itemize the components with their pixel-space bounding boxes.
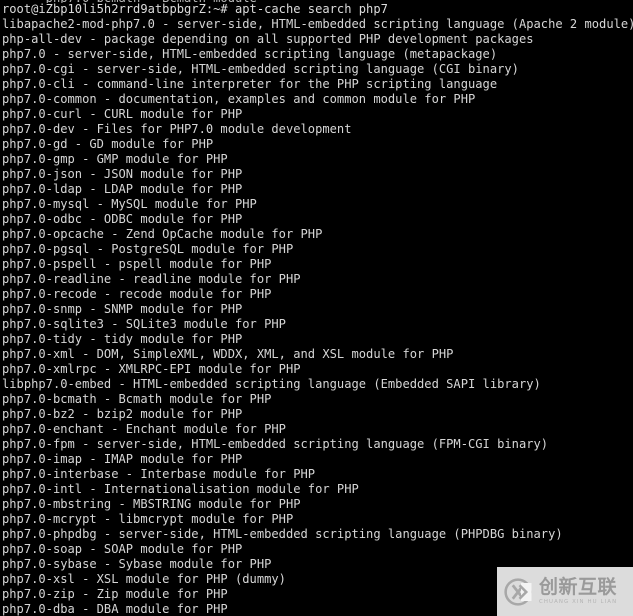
terminal-output-lines: libapache2-mod-php7.0 - server-side, HTM… [0,17,633,616]
terminal-output-line: libapache2-mod-php7.0 - server-side, HTM… [2,17,633,31]
watermark-chinese-text: 创新互联 [539,575,618,598]
terminal-output-line: php-all-dev - package depending on all s… [2,32,534,46]
terminal-output-line: php7.0-snmp - SNMP module for PHP [2,302,243,316]
terminal-output-line: php7.0-opcache - Zend OpCache module for… [2,227,323,241]
terminal-output-line: php7.0-interbase - Interbase module for … [2,467,316,481]
terminal-output-line: php7.0-mcrypt - libmcrypt module for PHP [2,512,294,526]
terminal-output-line: php7.0-cgi - server-side, HTML-embedded … [2,62,519,76]
terminal-output-line: php7.0-gd - GD module for PHP [2,137,214,151]
terminal-output-line: php7.0-bcmath - Bcmath module for PHP [2,392,272,406]
terminal-output-line: php7.0-mysql - MySQL module for PHP [2,197,257,211]
terminal-output-line: php7.0 - server-side, HTML-embedded scri… [2,47,498,61]
terminal-output-line: php7.0-xmlrpc - XMLRPC-EPI module for PH… [2,362,301,376]
terminal-output-line: php7.0-cli - command-line interpreter fo… [2,77,498,91]
terminal-output-line: php7.0-gmp - GMP module for PHP [2,152,228,166]
terminal-output-line: php7.0-pgsql - PostgreSQL module for PHP [2,242,294,256]
terminal-window[interactable]: php7.0-bcmath - Bcmath module root@iZbp1… [0,0,633,616]
terminal-output-line: php7.0-xml - DOM, SimpleXML, WDDX, XML, … [2,347,454,361]
terminal-output-line: php7.0-curl - CURL module for PHP [2,107,243,121]
terminal-output-line: php7.0-odbc - ODBC module for PHP [2,212,243,226]
watermark-overlay: 创新互联 CHUANG XIN HU LIAN [497,567,633,616]
terminal-output-line: php7.0-fpm - server-side, HTML-embedded … [2,437,549,451]
terminal-output-line: php7.0-sqlite3 - SQLite3 module for PHP [2,317,286,331]
watermark-pinyin-text: CHUANG XIN HU LIAN [539,598,618,605]
terminal-output-line: php7.0-tidy - tidy module for PHP [2,332,243,346]
terminal-output-line: php7.0-dev - Files for PHP7.0 module dev… [2,122,352,136]
terminal-output-line: php7.0-phpdbg - server-side, HTML-embedd… [2,527,563,541]
terminal-prompt-line[interactable]: root@iZbp10li5h2rrd9atbpbgrZ:~# apt-cach… [0,2,633,17]
terminal-output-line: libphp7.0-embed - HTML-embedded scriptin… [2,377,541,391]
terminal-output-line: php7.0-intl - Internationalisation modul… [2,482,359,496]
cx-logo-icon [503,577,533,607]
terminal-output-line: php7.0-mbstring - MBSTRING module for PH… [2,497,301,511]
terminal-output-area: root@iZbp10li5h2rrd9atbpbgrZ:~# apt-cach… [0,2,633,616]
terminal-output-line: php7.0-pspell - pspell module for PHP [2,257,272,271]
watermark-text-block: 创新互联 CHUANG XIN HU LIAN [539,575,618,605]
terminal-output-line: php7.0-ldap - LDAP module for PHP [2,182,243,196]
terminal-output-line: php7.0-imap - IMAP module for PHP [2,452,243,466]
terminal-output-line: php7.0-bz2 - bzip2 module for PHP [2,407,243,421]
terminal-output-line: php7.0-enchant - Enchant module for PHP [2,422,286,436]
terminal-output-line: php7.0-soap - SOAP module for PHP [2,542,243,556]
terminal-output-line: php7.0-common - documentation, examples … [2,92,476,106]
terminal-output-line: php7.0-json - JSON module for PHP [2,167,243,181]
terminal-output-line: php7.0-recode - recode module for PHP [2,287,272,301]
terminal-output-line: php7.0-readline - readline module for PH… [2,272,301,286]
